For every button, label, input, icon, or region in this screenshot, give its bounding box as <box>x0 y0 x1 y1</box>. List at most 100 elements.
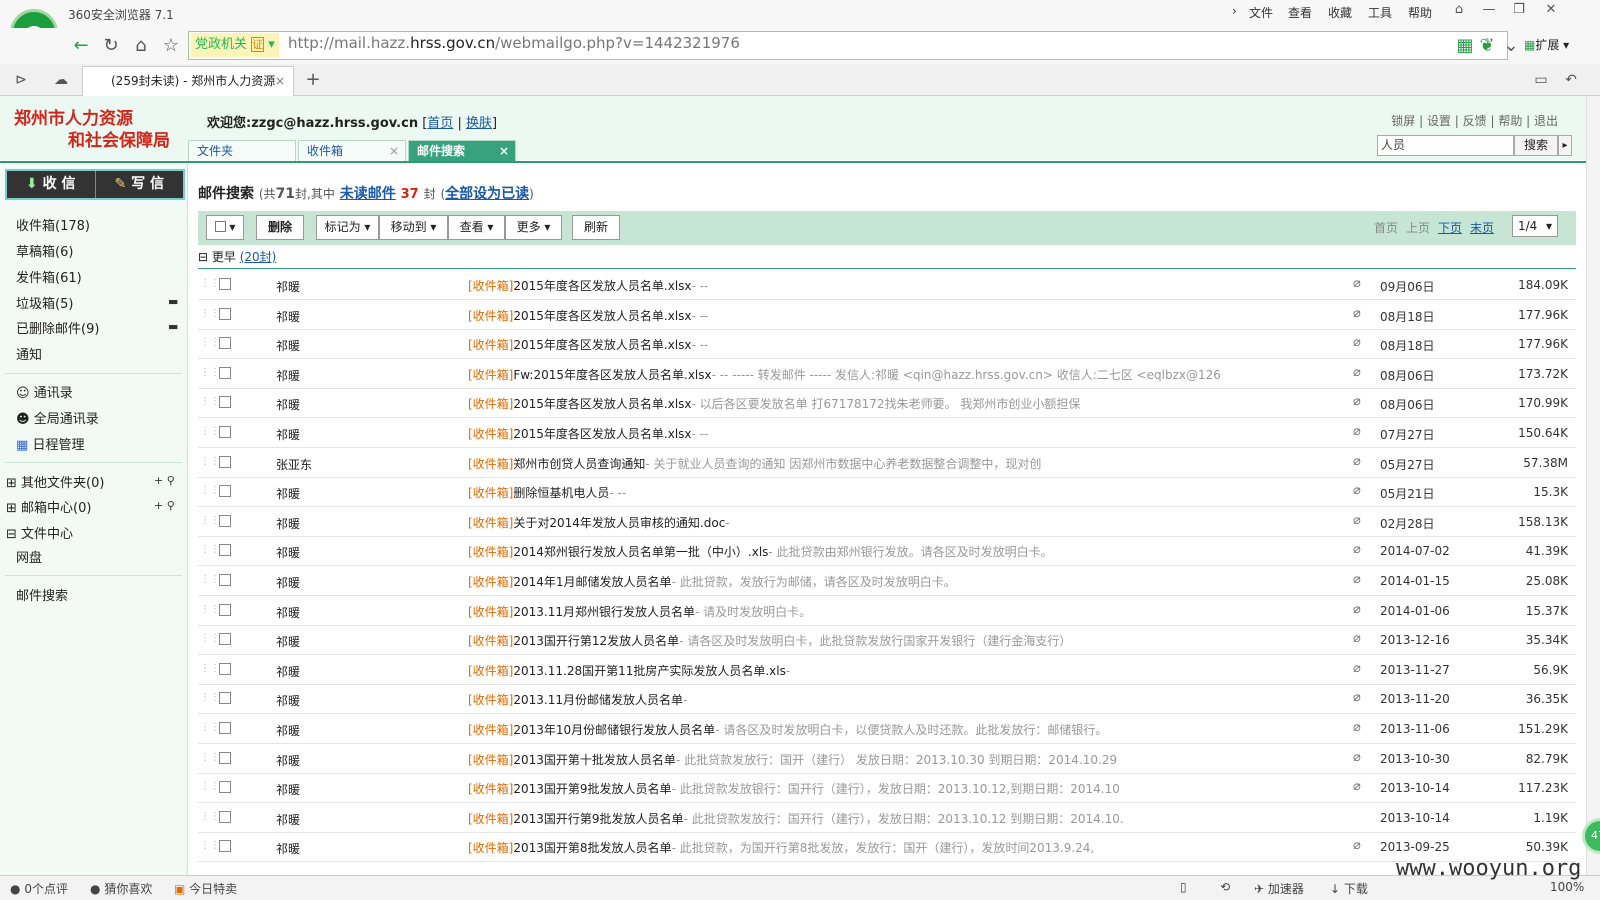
drag-handle-icon[interactable]: ⋮⋮ <box>200 692 220 703</box>
refresh-icon[interactable]: ↻ <box>98 33 124 59</box>
more-button[interactable]: 更多 ▾ <box>505 215 562 240</box>
mail-subject[interactable]: [收件箱]2013国开第十批发放人员名单- 此批贷款发放行：国开（建行） 发放日… <box>468 751 1328 768</box>
mail-sender[interactable]: 祁暖 <box>276 752 300 769</box>
table-row[interactable]: ⋮⋮ 祁暖 [收件箱]关于对2014年发放人员审核的通知.doc- ⌀ 02月28日 15… <box>198 507 1576 537</box>
skin-link[interactable]: 换肤 <box>466 116 492 131</box>
table-row[interactable]: ⋮⋮ 祁暖 [收件箱]2013年10月份邮储银行发放人员名单- 请各区及时发放明白卡… <box>198 714 1576 744</box>
mail-subject[interactable]: [收件箱]2013.11月份邮储发放人员名单- <box>468 691 1328 708</box>
table-row[interactable]: ⋮⋮ 祁暖 [收件箱]2013.11月份邮储发放人员名单- ⌀ 2013-11-20 36… <box>198 684 1576 715</box>
mail-subject[interactable]: [收件箱]Fw:2015年度各区发放人员名单.xlsx- -- ----- 转发… <box>468 366 1328 383</box>
drag-handle-icon[interactable]: ⋮⋮ <box>200 367 220 378</box>
sidebar-item-calendar[interactable]: ▦ 日程管理 <box>16 434 84 453</box>
sidebar-toggle-icon[interactable]: ⊳ <box>8 67 34 93</box>
phone-icon[interactable]: ▯ <box>1180 880 1187 894</box>
select-all-checkbox[interactable]: ▾ <box>206 215 244 240</box>
mail-subject-text[interactable]: 2015年度各区发放人员名单.xlsx <box>513 427 691 441</box>
row-checkbox[interactable] <box>219 751 231 764</box>
mail-sender[interactable]: 祁暖 <box>276 544 300 561</box>
drag-handle-icon[interactable]: ⋮⋮ <box>200 456 220 467</box>
table-row[interactable]: ⋮⋮ 祁暖 [收件箱]2013国开行第12发放人员名单- 请各区及时发放明白卡，此批… <box>198 625 1576 656</box>
history-icon[interactable]: ⟲ <box>1220 880 1230 894</box>
row-checkbox[interactable] <box>219 722 231 734</box>
cloud-icon[interactable]: ☁ <box>48 67 74 93</box>
mail-subject[interactable]: [收件箱]2015年度各区发放人员名单.xlsx- -- <box>468 425 1328 442</box>
mail-subject[interactable]: [收件箱]2015年度各区发放人员名单.xlsx- 以后各区要发放名单 打671… <box>468 395 1328 412</box>
pager-next[interactable]: 下页 <box>1438 219 1462 236</box>
mail-subject[interactable]: [收件箱]2013.11月郑州银行发放人员名单- 请及时发放明白卡。 <box>468 603 1328 620</box>
mail-sender[interactable]: 祁暖 <box>276 278 300 295</box>
undo-icon[interactable]: ↶ <box>1558 67 1584 93</box>
sidebar-item-drafts[interactable]: 草稿箱(6) <box>16 241 73 260</box>
drag-handle-icon[interactable]: ⋮⋮ <box>200 781 220 792</box>
drag-handle-icon[interactable]: ⋮⋮ <box>200 337 220 348</box>
drag-handle-icon[interactable]: ⋮⋮ <box>200 544 220 555</box>
table-row[interactable]: ⋮⋮ 祁暖 [收件箱]2015年度各区发放人员名单.xlsx- -- ⌀ 08月18日 1… <box>198 329 1576 360</box>
mail-subject-text[interactable]: 2013年10月份邮储银行发放人员名单 <box>513 723 715 737</box>
tab-inbox-close-icon[interactable]: × <box>389 141 399 161</box>
menu-file[interactable]: 文件 <box>1249 4 1273 21</box>
back-icon[interactable]: ← <box>68 33 94 59</box>
drag-handle-icon[interactable]: ⋮⋮ <box>200 515 220 526</box>
mail-subject-text[interactable]: 2015年度各区发放人员名单.xlsx <box>513 279 691 293</box>
view-button[interactable]: 查看 ▾ <box>448 215 505 240</box>
browser-tab[interactable]: (259封未读) - 郑州市人力资源 × <box>82 66 294 96</box>
mail-subject-text[interactable]: 2015年度各区发放人员名单.xlsx <box>513 338 691 352</box>
row-checkbox[interactable] <box>219 781 231 794</box>
mail-subject-text[interactable]: 2014年1月邮储发放人员名单 <box>513 575 671 589</box>
mail-subject-text[interactable]: 2013.11.28国开第11批房产实际发放人员名单.xls <box>513 664 785 678</box>
mail-sender[interactable]: 祁暖 <box>276 515 300 532</box>
mail-sender[interactable]: 祁暖 <box>276 811 300 828</box>
mail-subject[interactable]: [收件箱]2013国开行第12发放人员名单- 请各区及时发放明白卡，此批贷款发放… <box>468 632 1328 649</box>
sidebar-item-file-center[interactable]: ⊟ 文件中心 <box>6 523 73 542</box>
mark-all-read-link[interactable]: 全部设为已读 <box>445 186 529 202</box>
drag-handle-icon[interactable]: ⋮⋮ <box>200 485 220 496</box>
mail-subject[interactable]: [收件箱]2014年1月邮储发放人员名单- 此批贷款，发放行为邮储，请各区及时发… <box>468 573 1328 590</box>
download-status[interactable]: ↓ 下载 <box>1330 880 1368 897</box>
mail-subject-text[interactable]: 2013国开第9批发放人员名单 <box>513 782 671 796</box>
maximize-icon[interactable]: ❐ <box>1508 2 1530 22</box>
url-text[interactable]: http://mail.hazz.hrss.gov.cn/webmailgo.p… <box>288 34 740 52</box>
refresh-button[interactable]: 刷新 <box>572 215 620 240</box>
mail-sender[interactable]: 祁暖 <box>276 367 300 384</box>
guess-like-status[interactable]: ● 猜你喜欢 <box>90 880 152 897</box>
accelerator-status[interactable]: ✈ 加速器 <box>1254 880 1304 897</box>
deleted-clear-icon[interactable]: ▬ <box>168 320 178 333</box>
mail-subject[interactable]: [收件箱]2015年度各区发放人员名单.xlsx- -- <box>468 336 1328 353</box>
mail-subject-text[interactable]: 2013国开行第12发放人员名单 <box>513 634 679 648</box>
row-checkbox[interactable] <box>219 574 231 586</box>
float-badge-icon[interactable]: 47 <box>1582 818 1600 854</box>
pager-prev[interactable]: 上页 <box>1406 219 1430 236</box>
row-checkbox[interactable] <box>219 633 231 646</box>
leaf-icon[interactable]: ❦ <box>1474 33 1500 59</box>
table-row[interactable]: ⋮⋮ 祁暖 [收件箱]2014年1月邮储发放人员名单- 此批贷款，发放行为邮储，请各… <box>198 566 1576 596</box>
extend-button[interactable]: ▦扩展 ▾ <box>1524 36 1569 53</box>
sidebar-item-mail-center[interactable]: ⊞ 邮箱中心(0) <box>6 497 91 516</box>
mail-sender[interactable]: 祁暖 <box>276 840 300 857</box>
close-icon[interactable]: ✕ <box>1540 2 1562 22</box>
mail-subject[interactable]: [收件箱]2015年度各区发放人员名单.xlsx- -- <box>468 307 1328 324</box>
mail-subject-text[interactable]: 2015年度各区发放人员名单.xlsx <box>513 397 691 411</box>
sidebar-item-other-folders[interactable]: ⊞ 其他文件夹(0) <box>6 472 104 491</box>
mail-sender[interactable]: 祁暖 <box>276 722 300 739</box>
sidebar-item-notice[interactable]: 通知 <box>16 344 42 363</box>
mail-subject-text[interactable]: 2013国开第十批发放人员名单 <box>513 753 676 767</box>
mail-sender[interactable]: 祁暖 <box>276 663 300 680</box>
scrollbar[interactable] <box>1586 96 1600 875</box>
group-header[interactable]: ⊟ 更早 (20封) <box>198 248 276 265</box>
menu-favorites[interactable]: 收藏 <box>1328 4 1352 21</box>
tab-folders[interactable]: 文件夹 <box>188 140 296 162</box>
mail-subject[interactable]: [收件箱]2013.11.28国开第11批房产实际发放人员名单.xls- <box>468 662 1328 679</box>
zoom-status[interactable]: 100% <box>1550 880 1584 894</box>
menu-chevron-icon[interactable]: › <box>1232 4 1237 18</box>
sidebar-item-sent[interactable]: 发件箱(61) <box>16 267 82 286</box>
table-row[interactable]: ⋮⋮ 祁暖 [收件箱]2015年度各区发放人员名单.xlsx- -- ⌀ 07月27日 1… <box>198 418 1576 448</box>
star-icon[interactable]: ☆ <box>158 33 184 59</box>
row-checkbox[interactable] <box>219 426 231 438</box>
mail-subject-text[interactable]: 关于对2014年发放人员审核的通知.doc <box>513 516 725 530</box>
drag-handle-icon[interactable]: ⋮⋮ <box>200 308 220 319</box>
drag-handle-icon[interactable]: ⋮⋮ <box>200 633 220 644</box>
mail-subject[interactable]: [收件箱]2013国开行第9批发放人员名单- 此批贷款发放行：国开行（建行），发… <box>468 810 1328 827</box>
row-checkbox[interactable] <box>219 307 231 320</box>
window-icon[interactable]: ▭ <box>1528 67 1554 93</box>
row-checkbox[interactable] <box>219 810 231 823</box>
